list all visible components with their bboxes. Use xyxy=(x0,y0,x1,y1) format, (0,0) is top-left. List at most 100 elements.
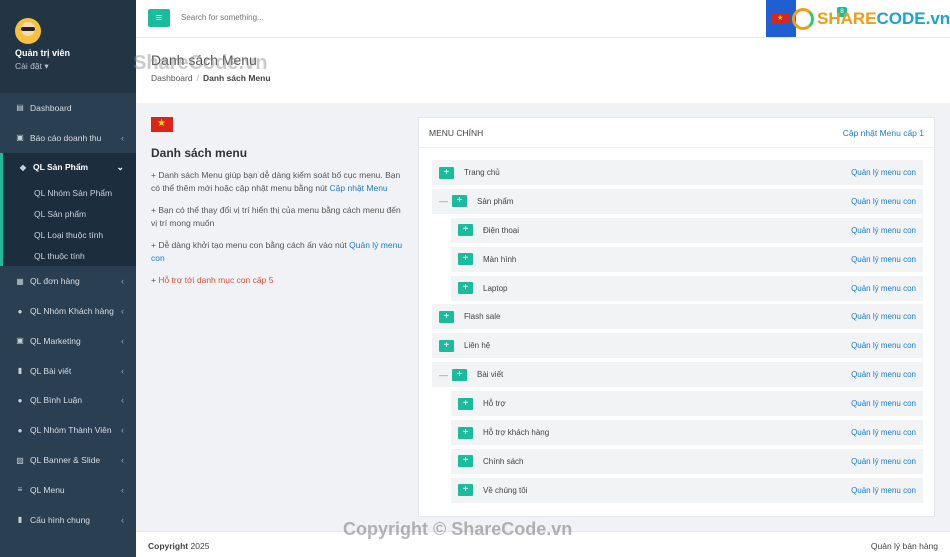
vietnam-flag-icon xyxy=(151,117,173,132)
drag-handle-icon[interactable]: + xyxy=(458,224,473,237)
drag-handle-icon[interactable]: + xyxy=(458,397,473,410)
search-input[interactable] xyxy=(181,13,381,22)
sidebar-item-label: Cấu hình chung xyxy=(30,514,91,525)
database-icon: ▤ xyxy=(16,103,24,113)
sidebar-subitem-1[interactable]: QL Sản phẩm xyxy=(3,203,136,224)
manage-submenu-link[interactable]: Quản lý menu con xyxy=(851,226,916,235)
chevron-left-icon: ‹ xyxy=(121,365,124,376)
menu-row[interactable]: + Hỗ trợ khách hàng Quản lý menu con xyxy=(451,420,923,446)
file-icon: ▮ xyxy=(17,366,23,376)
menu-row[interactable]: + Màn hình Quản lý menu con xyxy=(451,246,923,272)
menu-row[interactable]: + Hỗ trợ Quản lý menu con xyxy=(451,391,923,417)
info-panel: Danh sách menu + Danh sách Menu giúp bạn… xyxy=(151,117,406,287)
user-icon: ● xyxy=(17,425,23,435)
menu-row-label: Liên hệ xyxy=(464,341,491,351)
user-icon: ● xyxy=(17,306,23,316)
info-text-1: + Danh sách Menu giúp bạn dễ dàng kiểm s… xyxy=(151,169,406,195)
avatar[interactable] xyxy=(15,18,41,44)
sidebar-item-0[interactable]: ▤ Dashboard xyxy=(0,93,136,123)
watermark-bottom: Copyright © ShareCode.vn xyxy=(343,519,573,539)
drag-handle-icon[interactable]: + xyxy=(458,484,473,497)
sidebar-item-8[interactable]: ● QL Nhóm Thành Viên ‹ xyxy=(0,415,136,445)
drag-handle-icon[interactable]: + xyxy=(458,282,473,295)
chevron-left-icon: ‹ xyxy=(121,132,124,143)
menu-row-label: Hỗ trợ khách hàng xyxy=(483,428,550,438)
sidebar-subitem-3[interactable]: QL thuộc tính xyxy=(3,245,136,266)
menu-row[interactable]: + Liên hệ Quản lý menu con xyxy=(432,333,923,359)
sidebar-item-3[interactable]: ▦ QL đơn hàng ‹ xyxy=(0,266,136,296)
menu-row-label: Điện thoại xyxy=(483,225,520,235)
manage-submenu-link[interactable]: Quản lý menu con xyxy=(851,370,916,379)
chevron-left-icon: ‹ xyxy=(121,455,124,466)
sidebar-item-10[interactable]: ≡ QL Menu ‹ xyxy=(0,475,136,505)
vietnam-flag-icon: ★ xyxy=(772,13,789,24)
bars-icon: ≡ xyxy=(17,485,23,495)
drag-handle-icon[interactable]: + xyxy=(452,368,467,381)
manage-submenu-link[interactable]: Quản lý menu con xyxy=(851,255,916,264)
topbar: ≡ ★ 8 SHARECODE.vn xyxy=(136,0,950,38)
profile-area: Quản trị viên Cài đặt ▾ xyxy=(0,0,136,93)
sharecode-logo: SHARECODE.vn xyxy=(792,8,950,30)
comment-icon: ● xyxy=(17,395,23,405)
update-level1-menu-link[interactable]: Cập nhật Menu cấp 1 xyxy=(843,128,924,138)
menu-row[interactable]: + Trang chủ Quản lý menu con xyxy=(432,160,923,185)
manage-submenu-link[interactable]: Quản lý menu con xyxy=(851,312,916,321)
sidebar-item-5[interactable]: ▣ QL Marketing ‹ xyxy=(0,326,136,356)
chevron-left-icon: ‹ xyxy=(121,306,124,317)
copyright-year: 2025 xyxy=(190,541,210,551)
manage-submenu-link[interactable]: Quản lý menu con xyxy=(851,284,916,293)
menu-row[interactable]: + Điện thoại Quản lý menu con xyxy=(451,217,923,243)
menu-row-label: Laptop xyxy=(483,283,508,293)
menu-row[interactable]: + Chính sách Quản lý menu con xyxy=(451,448,923,474)
drag-handle-icon[interactable]: + xyxy=(458,426,473,439)
sidebar-item-9[interactable]: ▨ QL Banner & Slide ‹ xyxy=(0,445,136,475)
cube-icon: ◆ xyxy=(19,162,27,172)
collapse-icon[interactable]: — xyxy=(439,370,448,380)
info-text-2: + Bạn có thể thay đổi vị trí hiển thị củ… xyxy=(151,205,401,228)
manage-submenu-link[interactable]: Quản lý menu con xyxy=(851,486,916,495)
sidebar-item-label: Dashboard xyxy=(30,102,72,113)
drag-handle-icon[interactable]: + xyxy=(458,253,473,266)
sidebar-item-2[interactable]: ◆ QL Sản Phẩm ⌄ xyxy=(0,152,136,183)
info-title: Danh sách menu xyxy=(151,146,248,160)
collapse-icon[interactable]: — xyxy=(439,196,448,206)
menu-row-label: Màn hình xyxy=(483,254,517,264)
menu-row[interactable]: + Flash sale Quản lý menu con xyxy=(432,304,923,330)
chevron-left-icon: ‹ xyxy=(121,484,124,495)
footer-app-name: Quản lý bán hàng xyxy=(870,541,938,551)
sidebar-item-label: QL Marketing xyxy=(30,335,81,346)
sidebar-subitem-2[interactable]: QL Loại thuộc tính xyxy=(3,224,136,245)
drag-handle-icon[interactable]: + xyxy=(439,339,454,352)
manage-submenu-link[interactable]: Quản lý menu con xyxy=(851,341,916,350)
settings-label: Cài đặt xyxy=(15,61,42,71)
sidebar-item-7[interactable]: ● QL Bình Luận ‹ xyxy=(0,386,136,416)
sidebar-submenu: QL Nhóm Sản Phẩm QL Sản phẩm QL Loại thuộc… xyxy=(0,182,136,267)
settings-dropdown[interactable]: Cài đặt ▾ xyxy=(15,61,136,72)
manage-submenu-link[interactable]: Quản lý menu con xyxy=(851,197,916,206)
sidebar-subitem-0[interactable]: QL Nhóm Sản Phẩm xyxy=(3,182,136,203)
menu-row-label: Về chúng tôi xyxy=(483,485,528,495)
sidebar-item-label: QL đơn hàng xyxy=(30,276,80,287)
sharecode-logo-icon xyxy=(792,8,814,30)
menu-row-label: Bài viết xyxy=(477,370,504,380)
menu-row-label: Sản phẩm xyxy=(477,196,514,206)
sidebar-item-11[interactable]: ▮ Cấu hình chung ‹ xyxy=(0,505,136,535)
sidebar-item-6[interactable]: ▮ QL Bài viết ‹ xyxy=(0,356,136,386)
sidebar-item-1[interactable]: ▣ Báo cáo doanh thu ‹ xyxy=(0,123,136,153)
menu-row[interactable]: + Laptop Quản lý menu con xyxy=(451,275,923,301)
menu-row[interactable]: — + Bài viết Quản lý menu con xyxy=(432,362,923,388)
menu-row-label: Chính sách xyxy=(483,456,524,466)
update-menu-link[interactable]: Cập nhật Menu xyxy=(330,183,388,193)
menu-row[interactable]: + Về chúng tôi Quản lý menu con xyxy=(451,477,923,503)
menu-toggle-button[interactable]: ≡ xyxy=(148,9,170,27)
manage-submenu-link[interactable]: Quản lý menu con xyxy=(851,457,916,466)
manage-submenu-link[interactable]: Quản lý menu con xyxy=(851,168,916,177)
drag-handle-icon[interactable]: + xyxy=(439,310,454,323)
drag-handle-icon[interactable]: + xyxy=(458,455,473,468)
menu-row[interactable]: — + Sản phẩm Quản lý menu con xyxy=(432,188,923,214)
drag-handle-icon[interactable]: + xyxy=(439,166,454,179)
manage-submenu-link[interactable]: Quản lý menu con xyxy=(851,399,916,408)
drag-handle-icon[interactable]: + xyxy=(452,195,467,208)
manage-submenu-link[interactable]: Quản lý menu con xyxy=(851,428,916,437)
sidebar-item-4[interactable]: ● QL Nhóm Khách hàng ‹ xyxy=(0,296,136,326)
